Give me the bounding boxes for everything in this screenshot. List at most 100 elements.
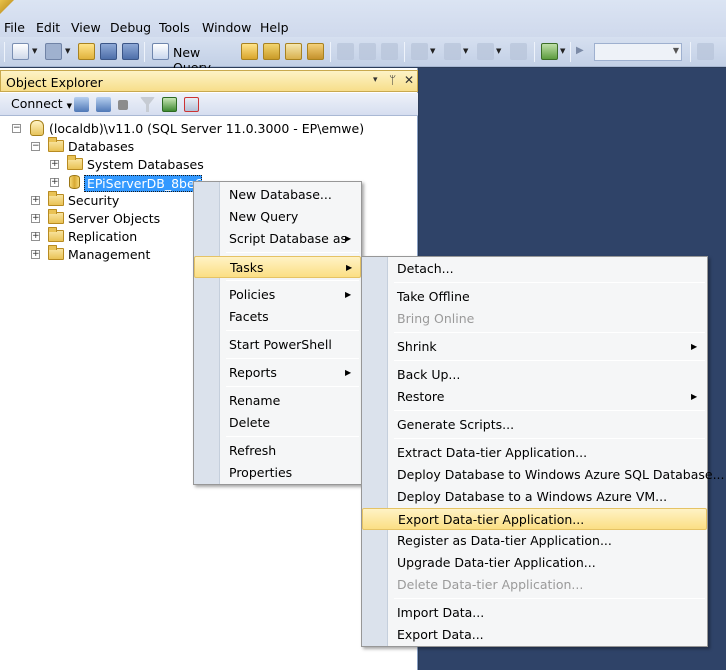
- menu-item-delete[interactable]: Delete: [194, 412, 361, 434]
- stop-powershell-icon[interactable]: [184, 97, 199, 112]
- add-item-dropdown-icon[interactable]: ▼: [65, 46, 73, 56]
- save-all-icon[interactable]: [122, 43, 139, 60]
- activity-monitor-icon[interactable]: [541, 43, 558, 60]
- expand-icon[interactable]: +: [31, 196, 40, 205]
- connect-button[interactable]: Connect ▼: [11, 96, 72, 111]
- menu-item-reports[interactable]: Reports ▶: [194, 362, 361, 384]
- refresh-icon[interactable]: [162, 97, 177, 112]
- expand-icon[interactable]: +: [31, 250, 40, 259]
- menu-item-new-query[interactable]: New Query: [194, 206, 361, 228]
- filter-icon[interactable]: [140, 97, 155, 112]
- copy-icon[interactable]: [359, 43, 376, 60]
- menu-item-deploy-database-to-a-windows-azure-vm[interactable]: Deploy Database to a Windows Azure VM...: [362, 486, 707, 508]
- submenu-arrow-icon: ▶: [345, 290, 352, 299]
- connect-object-explorer-icon[interactable]: [74, 97, 89, 112]
- menu-item-properties[interactable]: Properties: [194, 462, 361, 484]
- toolbar-separator: [570, 42, 571, 62]
- menu-item-label: Refresh: [229, 443, 277, 458]
- collapse-icon[interactable]: −: [31, 142, 40, 151]
- menu-item-script-database-as[interactable]: Script Database as ▶: [194, 228, 361, 250]
- expand-icon[interactable]: +: [31, 214, 40, 223]
- menu-item-label: Restore: [397, 389, 445, 404]
- window-position-icon[interactable]: ▾: [373, 75, 378, 85]
- undo-dropdown-icon[interactable]: ▼: [430, 46, 438, 56]
- new-query-button[interactable]: New Query: [150, 41, 237, 75]
- databases-label: Databases: [68, 139, 135, 154]
- undo-icon[interactable]: [411, 43, 428, 60]
- menu-file[interactable]: File: [4, 20, 25, 36]
- menu-item-shrink[interactable]: Shrink ▶: [362, 336, 707, 358]
- menu-item-start-powershell[interactable]: Start PowerShell: [194, 334, 361, 356]
- menu-view[interactable]: View: [71, 20, 101, 36]
- analysis-xmla-query-icon[interactable]: [307, 43, 324, 60]
- menu-item-label: Delete Data-tier Application...: [397, 577, 584, 592]
- menu-item-upgrade-data-tier-application[interactable]: Upgrade Data-tier Application...: [362, 552, 707, 574]
- close-icon[interactable]: ✕: [404, 73, 414, 87]
- menu-item-export-data-tier-application[interactable]: Export Data-tier Application...: [362, 508, 707, 530]
- menu-item-label: Delete: [229, 415, 271, 430]
- menu-item-label: Rename: [229, 393, 281, 408]
- menu-item-policies[interactable]: Policies ▶: [194, 284, 361, 306]
- save-icon[interactable]: [100, 43, 117, 60]
- collapse-icon[interactable]: −: [12, 124, 21, 133]
- menu-item-restore[interactable]: Restore ▶: [362, 386, 707, 408]
- expand-icon[interactable]: +: [50, 178, 59, 187]
- menu-debug[interactable]: Debug: [110, 20, 151, 36]
- menu-item-rename[interactable]: Rename: [194, 390, 361, 412]
- tree-node-databases[interactable]: − Databases: [0, 137, 418, 156]
- menu-item-refresh[interactable]: Refresh: [194, 440, 361, 462]
- new-project-dropdown-icon[interactable]: ▼: [32, 46, 40, 56]
- toolbar-options-dropdown-icon[interactable]: ▼: [560, 46, 568, 56]
- paste-icon[interactable]: [381, 43, 398, 60]
- server-objects-label: Server Objects: [68, 211, 161, 226]
- menu-item-facets[interactable]: Facets: [194, 306, 361, 328]
- menu-separator: [394, 598, 705, 599]
- navigate-dropdown-icon[interactable]: ▼: [496, 46, 504, 56]
- database-engine-query-icon[interactable]: [241, 43, 258, 60]
- menu-item-label: Deploy Database to Windows Azure SQL Dat…: [397, 467, 725, 482]
- menu-help[interactable]: Help: [260, 20, 289, 36]
- menu-item-bring-online: Bring Online: [362, 308, 707, 330]
- auto-hide-pin-icon[interactable]: ᛘ: [389, 73, 396, 87]
- menu-item-deploy-database-to-windows-azure-sql-database[interactable]: Deploy Database to Windows Azure SQL Dat…: [362, 464, 725, 486]
- disconnect-icon[interactable]: [96, 97, 111, 112]
- solution-configurations-select[interactable]: ▼: [594, 43, 682, 61]
- menu-item-take-offline[interactable]: Take Offline: [362, 286, 707, 308]
- menu-edit[interactable]: Edit: [36, 20, 60, 36]
- menu-item-tasks[interactable]: Tasks ▶: [194, 256, 361, 278]
- open-file-icon[interactable]: [78, 43, 95, 60]
- menu-item-label: Reports: [229, 365, 277, 380]
- menu-item-register-as-data-tier-application[interactable]: Register as Data-tier Application...: [362, 530, 707, 552]
- expand-icon[interactable]: +: [50, 160, 59, 169]
- menu-item-detach[interactable]: Detach...: [362, 258, 707, 280]
- expand-icon[interactable]: +: [31, 232, 40, 241]
- redo-icon[interactable]: [444, 43, 461, 60]
- menu-item-back-up[interactable]: Back Up...: [362, 364, 707, 386]
- menu-item-label: Facets: [229, 309, 269, 324]
- execute-icon[interactable]: ▶: [576, 46, 584, 56]
- tree-node-server[interactable]: − (localdb)\v11.0 (SQL Server 11.0.3000 …: [0, 120, 418, 138]
- analysis-mdx-query-icon[interactable]: [263, 43, 280, 60]
- navigate-forward-icon[interactable]: [510, 43, 527, 60]
- cut-icon[interactable]: [337, 43, 354, 60]
- menu-item-import-data[interactable]: Import Data...: [362, 602, 707, 624]
- menu-item-new-database[interactable]: New Database...: [194, 184, 361, 206]
- tree-node-system-databases[interactable]: + System Databases: [0, 155, 418, 174]
- menu-item-extract-data-tier-application[interactable]: Extract Data-tier Application...: [362, 442, 707, 464]
- menu-item-generate-scripts[interactable]: Generate Scripts...: [362, 414, 707, 436]
- redo-dropdown-icon[interactable]: ▼: [463, 46, 471, 56]
- toolbar-separator: [404, 42, 405, 62]
- find-in-files-icon[interactable]: [697, 43, 714, 60]
- analysis-dmx-query-icon[interactable]: [285, 43, 302, 60]
- menu-item-label: Back Up...: [397, 367, 461, 382]
- menu-item-export-data[interactable]: Export Data...: [362, 624, 707, 646]
- menu-window[interactable]: Window: [202, 20, 251, 36]
- tasks-submenu: Detach... Take Offline Bring Online Shrink ▶…: [361, 256, 725, 647]
- menu-item-label: Tasks: [230, 260, 264, 275]
- menu-tools[interactable]: Tools: [159, 20, 190, 36]
- navigate-backward-icon[interactable]: [477, 43, 494, 60]
- stop-icon[interactable]: [118, 100, 128, 110]
- replication-label: Replication: [68, 229, 138, 244]
- add-item-icon[interactable]: [45, 43, 62, 60]
- new-project-icon[interactable]: [12, 43, 29, 60]
